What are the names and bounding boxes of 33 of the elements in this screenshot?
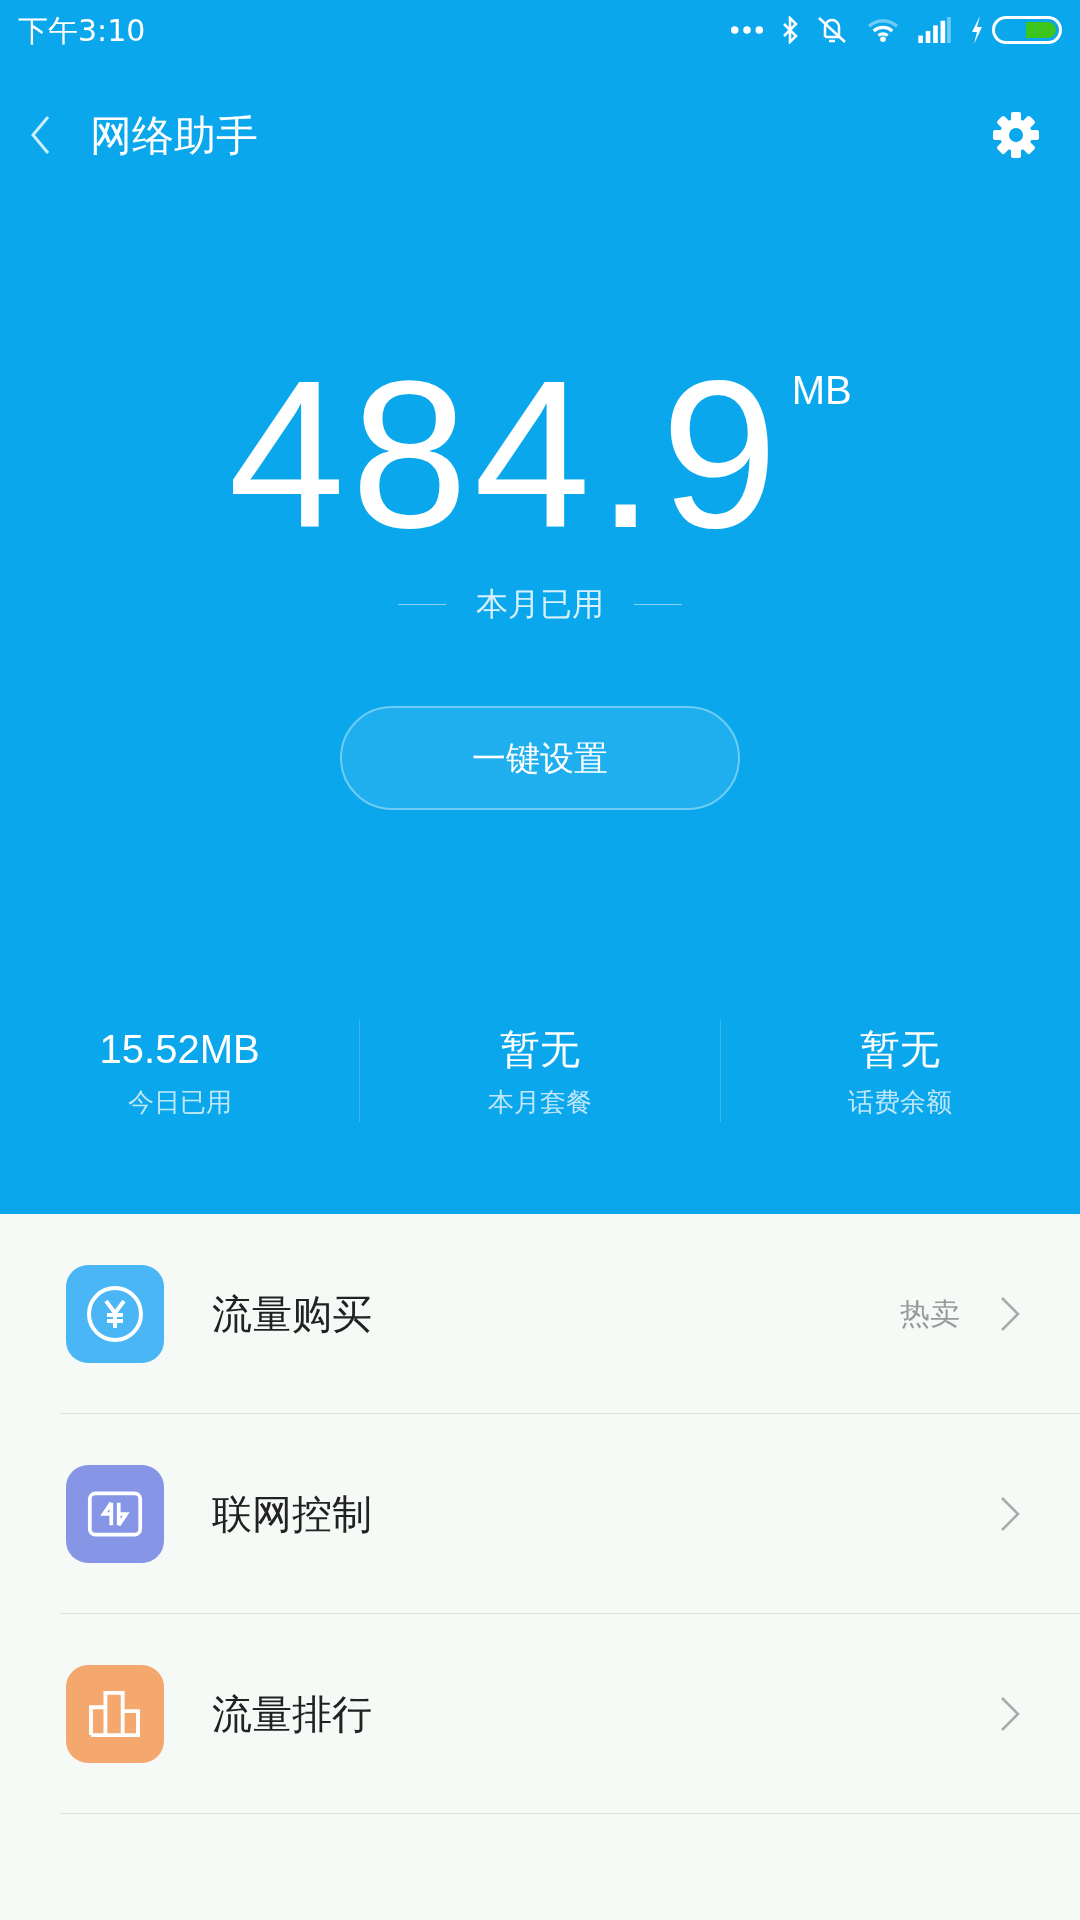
page-title: 网络助手 — [90, 109, 258, 162]
chevron-right-icon — [1000, 1295, 1020, 1332]
stat-value: 暂无 — [860, 1026, 941, 1073]
stat-label: 本月套餐 — [488, 1086, 592, 1119]
muted-bell-icon — [816, 15, 848, 45]
chevron-right-icon — [1000, 1695, 1020, 1732]
settings-icon[interactable] — [992, 111, 1040, 159]
yen-coin-icon — [85, 1283, 145, 1344]
menu-label: 流量购买 — [212, 1289, 372, 1339]
stat-label: 话费余额 — [848, 1086, 953, 1119]
hot-sale-label: 热卖 — [900, 1295, 960, 1333]
usage-caption: 本月已用 — [476, 584, 604, 625]
menu-label: 联网控制 — [212, 1489, 372, 1539]
battery-icon — [992, 16, 1062, 44]
bar-chart-icon — [88, 1689, 142, 1738]
stat-value: 15.52MB — [99, 1026, 260, 1073]
charging-bolt-icon — [970, 16, 984, 44]
usage-unit: MB — [791, 367, 852, 414]
menu-row[interactable]: 流量排行 — [60, 1614, 1080, 1814]
menu-label: 流量排行 — [212, 1689, 372, 1739]
usage-amount: 484.9 — [228, 350, 784, 560]
stat-label: 今日已用 — [127, 1086, 232, 1119]
more-dots-icon — [730, 25, 764, 35]
menu-row[interactable]: 联网控制 — [60, 1414, 1080, 1614]
chevron-right-icon — [1000, 1495, 1020, 1532]
menu-row[interactable]: 流量购买 热卖 — [60, 1214, 1080, 1414]
wifi-icon — [866, 17, 900, 43]
bluetooth-icon — [782, 16, 798, 44]
back-icon[interactable] — [30, 115, 50, 155]
up-down-arrows-icon — [87, 1489, 143, 1538]
stat-value: 暂无 — [500, 1026, 580, 1073]
status-time: 下午3:10 — [18, 11, 146, 50]
signal-icon — [918, 17, 952, 43]
